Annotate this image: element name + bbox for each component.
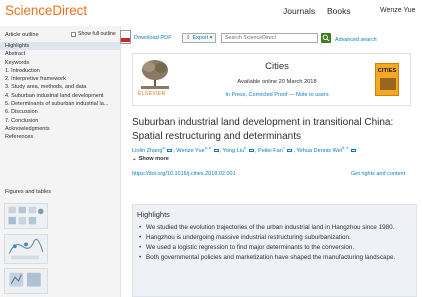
nav-books-link[interactable]: Books	[327, 6, 351, 16]
email-icon[interactable]	[248, 148, 254, 153]
outline-item-interpretive-framework[interactable]: 2. Interpretive framework	[0, 75, 120, 83]
export-label: Export	[192, 35, 209, 41]
figure-thumbnail[interactable]	[4, 234, 48, 264]
search-button[interactable]	[321, 33, 331, 43]
author-link[interactable]: Wenze Yue	[176, 148, 204, 154]
email-icon[interactable]	[213, 148, 219, 153]
author-affiliation[interactable]: a	[162, 146, 164, 150]
email-icon[interactable]	[287, 148, 293, 153]
show-full-outline-checkbox[interactable]	[71, 31, 76, 37]
cover-title: CITIES	[377, 68, 397, 74]
figures-tables-title: Figures and tables	[5, 189, 52, 195]
outline-item-determinants[interactable]: 5. Determinants of suburban industrial l…	[0, 100, 120, 108]
outline-item-introduction[interactable]: 1. Introduction	[0, 67, 120, 75]
author-link[interactable]: Yehua Dennis Wei	[296, 148, 342, 154]
in-press-note-link[interactable]: In Press, Corrected Proof — Note to user…	[212, 92, 342, 98]
outline-item-study-area[interactable]: 3. Study area, methods, and data	[0, 83, 120, 91]
figure-thumbnail-graphic	[9, 272, 41, 287]
author-link[interactable]: Peilei Fan	[258, 148, 283, 154]
author-affiliation[interactable]: a, b	[205, 146, 211, 150]
advanced-search-link[interactable]: Advanced search	[335, 37, 377, 43]
author-link[interactable]: Yong Liu	[223, 148, 245, 154]
available-online-date: Available online 20 March 2018	[237, 79, 317, 85]
author-link[interactable]: Linlin Zhang	[132, 148, 162, 154]
highlight-item: Both governmental policies and marketiza…	[139, 254, 414, 263]
article-title: Suburban industrial land development in …	[132, 117, 394, 142]
author-affiliation[interactable]: d, e	[342, 146, 348, 150]
show-more-label: Show more	[138, 156, 169, 162]
figure-thumbnail-graphic	[8, 238, 44, 260]
outline-item-conclusion[interactable]: 7. Conclusion	[0, 117, 120, 125]
author-affiliation[interactable]: b	[244, 146, 246, 150]
outline-item-keywords[interactable]: Keywords	[0, 59, 120, 67]
user-menu[interactable]: Wenze Yue	[380, 7, 416, 14]
email-icon[interactable]	[350, 148, 356, 153]
highlight-item: We studied the evolution trajectories of…	[139, 224, 414, 233]
cover-artwork	[380, 78, 396, 90]
journal-cover-image[interactable]: CITIES	[375, 63, 399, 96]
figure-thumbnail[interactable]	[4, 268, 48, 294]
show-full-outline-label: Show full outline	[78, 31, 116, 37]
download-pdf-link[interactable]: Download PDF	[134, 35, 172, 41]
nav-journals-link[interactable]: Journals	[283, 6, 315, 16]
outline-item-highlights[interactable]: Highlights	[0, 42, 120, 51]
author-list: Linlin Zhanga , Wenze Yuea, b , Yong Liu…	[132, 146, 417, 154]
doi-link[interactable]: https://doi.org/10.1016/j.cities.2018.02…	[132, 171, 236, 177]
search-input[interactable]	[221, 33, 318, 43]
rights-content-link[interactable]: Get rights and content	[351, 171, 405, 177]
highlights-list: We studied the evolution trajectories of…	[139, 224, 414, 264]
chevron-down-icon: ▾	[209, 35, 213, 41]
outline-item-suburban-development[interactable]: 4. Suburban industrial land development	[0, 92, 120, 100]
outline-item-acknowledgments[interactable]: Acknowledgments	[0, 125, 120, 133]
sciencedirect-logo[interactable]: ScienceDirect	[5, 3, 87, 18]
outline-list: Highlights Abstract Keywords 1. Introduc…	[0, 42, 120, 142]
show-full-outline-toggle[interactable]: Show full outline	[71, 31, 116, 37]
highlights-title: Highlights	[137, 210, 170, 219]
outline-item-discussion[interactable]: 6. Discussion	[0, 108, 120, 116]
chevron-down-icon: ⌄	[132, 156, 137, 162]
pdf-icon[interactable]	[120, 30, 131, 44]
highlight-item: Hangzhou is undergoing massive industria…	[139, 234, 414, 243]
export-icon: ⇪	[186, 35, 191, 41]
journal-title[interactable]: Cities	[237, 61, 317, 72]
figure-thumbnail-graphic	[8, 206, 44, 225]
article-outline-title: Article outline	[5, 32, 39, 38]
top-header: ScienceDirect Journals Books Wenze Yue	[0, 0, 422, 26]
export-button[interactable]: ⇪ Export ▾	[182, 33, 216, 43]
outline-item-abstract[interactable]: Abstract	[0, 50, 120, 58]
search-icon	[322, 34, 330, 42]
show-more-button[interactable]: ⌄ Show more	[132, 156, 169, 162]
outline-item-references[interactable]: References	[0, 133, 120, 141]
elsevier-wordmark: ELSEVIER	[138, 91, 166, 97]
highlight-item: We used a logistic regression to find ma…	[139, 244, 414, 253]
author-affiliation[interactable]: c	[283, 146, 285, 150]
figure-thumbnail[interactable]	[4, 203, 48, 229]
email-icon[interactable]	[167, 148, 173, 153]
